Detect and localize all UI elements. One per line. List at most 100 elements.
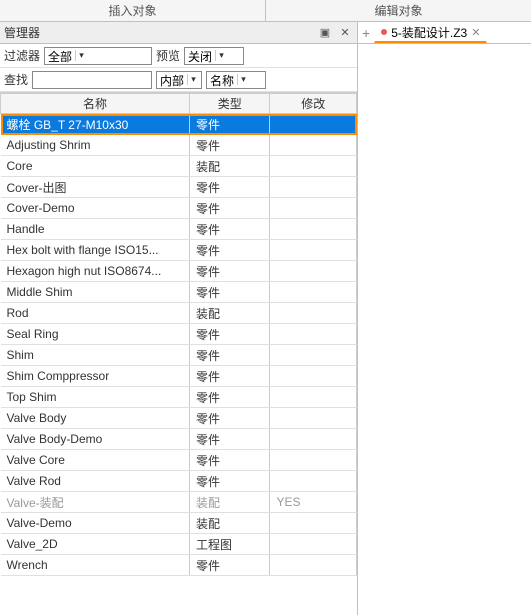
cell-mod <box>270 408 357 429</box>
cell-mod <box>270 177 357 198</box>
cell-name: Cover-Demo <box>1 198 190 219</box>
cell-name: Shim <box>1 345 190 366</box>
cell-name: Valve Body <box>1 408 190 429</box>
cell-mod <box>270 555 357 576</box>
cell-type: 零件 <box>190 240 270 261</box>
cell-name: Hex bolt with flange ISO15... <box>1 240 190 261</box>
table-row[interactable]: Top Shim零件 <box>1 387 357 408</box>
cell-type: 零件 <box>190 135 270 156</box>
parts-table-wrap[interactable]: 名称 类型 修改 螺栓 GB_T 27-M10x30零件Adjusting Sh… <box>0 92 357 615</box>
filter-label: 过滤器 <box>4 47 40 64</box>
table-row[interactable]: Hex bolt with flange ISO15...零件 <box>1 240 357 261</box>
cell-type: 零件 <box>190 219 270 240</box>
tab-edit-object[interactable]: 编辑对象 <box>266 0 531 21</box>
cell-mod <box>270 114 357 135</box>
table-row[interactable]: Middle Shim零件 <box>1 282 357 303</box>
cell-name: Core <box>1 156 190 177</box>
close-panel-icon[interactable]: ✕ <box>337 25 353 41</box>
chevron-down-icon[interactable]: ▾ <box>215 50 227 61</box>
field-combo[interactable]: 名称 ▾ <box>206 71 266 89</box>
search-input[interactable] <box>32 71 152 89</box>
cell-mod: YES <box>270 492 357 513</box>
table-row[interactable]: Valve Core零件 <box>1 450 357 471</box>
table-row[interactable]: Valve-装配装配YES <box>1 492 357 513</box>
cell-type: 零件 <box>190 387 270 408</box>
cell-type: 零件 <box>190 198 270 219</box>
cell-mod <box>270 534 357 555</box>
cell-mod <box>270 282 357 303</box>
cell-mod <box>270 429 357 450</box>
cell-type: 零件 <box>190 114 270 135</box>
table-row[interactable]: Shim Comppressor零件 <box>1 366 357 387</box>
parts-table: 名称 类型 修改 螺栓 GB_T 27-M10x30零件Adjusting Sh… <box>0 93 357 576</box>
table-row[interactable]: Valve Body-Demo零件 <box>1 429 357 450</box>
search-label: 查找 <box>4 71 28 88</box>
cell-type: 装配 <box>190 513 270 534</box>
cell-type: 工程图 <box>190 534 270 555</box>
cell-mod <box>270 198 357 219</box>
cell-name: Valve Rod <box>1 471 190 492</box>
cell-name: Middle Shim <box>1 282 190 303</box>
table-row[interactable]: Valve_2D工程图 <box>1 534 357 555</box>
tab-insert-object[interactable]: 插入对象 <box>0 0 266 21</box>
chevron-down-icon[interactable]: ▾ <box>187 74 199 85</box>
table-row[interactable]: Adjusting Shrim零件 <box>1 135 357 156</box>
document-tabs: + 5-装配设计.Z3 ✕ <box>358 22 531 44</box>
cell-type: 零件 <box>190 366 270 387</box>
cell-mod <box>270 135 357 156</box>
close-tab-icon[interactable]: ✕ <box>471 26 480 39</box>
cell-name: Adjusting Shrim <box>1 135 190 156</box>
chevron-down-icon[interactable]: ▾ <box>75 50 87 61</box>
filter-combo[interactable]: 全部 ▾ <box>44 47 152 65</box>
minimize-icon[interactable]: ▣ <box>317 25 333 41</box>
cell-name: Cover-出图 <box>1 177 190 198</box>
cell-name: Hexagon high nut ISO8674... <box>1 261 190 282</box>
preview-combo[interactable]: 关闭 ▾ <box>184 47 244 65</box>
table-row[interactable]: 螺栓 GB_T 27-M10x30零件 <box>1 114 357 135</box>
cell-type: 零件 <box>190 177 270 198</box>
col-header-mod[interactable]: 修改 <box>270 94 357 114</box>
table-row[interactable]: Shim零件 <box>1 345 357 366</box>
cell-name: Top Shim <box>1 387 190 408</box>
col-header-name[interactable]: 名称 <box>1 94 190 114</box>
table-row[interactable]: Hexagon high nut ISO8674...零件 <box>1 261 357 282</box>
cell-mod <box>270 324 357 345</box>
table-row[interactable]: Rod装配 <box>1 303 357 324</box>
manager-panel: 管理器 ▣ ✕ 过滤器 全部 ▾ 预览 关闭 ▾ 查找 内部 ▾ 名称 <box>0 22 358 615</box>
preview-value: 关闭 <box>185 48 215 64</box>
cell-type: 零件 <box>190 282 270 303</box>
cell-name: 螺栓 GB_T 27-M10x30 <box>1 114 190 135</box>
document-area: + 5-装配设计.Z3 ✕ <box>358 22 531 615</box>
table-row[interactable]: Handle零件 <box>1 219 357 240</box>
table-row[interactable]: Wrench零件 <box>1 555 357 576</box>
cell-type: 零件 <box>190 471 270 492</box>
cell-type: 装配 <box>190 156 270 177</box>
col-header-type[interactable]: 类型 <box>190 94 270 114</box>
table-row[interactable]: Valve Rod零件 <box>1 471 357 492</box>
table-row[interactable]: Seal Ring零件 <box>1 324 357 345</box>
table-row[interactable]: Cover-Demo零件 <box>1 198 357 219</box>
cell-mod <box>270 303 357 324</box>
field-value: 名称 <box>207 72 237 88</box>
doc-tab-active[interactable]: 5-装配设计.Z3 ✕ <box>374 23 487 43</box>
cell-name: Shim Comppressor <box>1 366 190 387</box>
doc-tab-label: 5-装配设计.Z3 <box>391 24 467 41</box>
cell-type: 零件 <box>190 429 270 450</box>
table-row[interactable]: Cover-出图零件 <box>1 177 357 198</box>
cell-type: 装配 <box>190 303 270 324</box>
new-tab-icon[interactable]: + <box>362 25 370 41</box>
table-row[interactable]: Valve Body零件 <box>1 408 357 429</box>
panel-header: 管理器 ▣ ✕ <box>0 22 357 44</box>
cell-mod <box>270 219 357 240</box>
table-row[interactable]: Valve-Demo装配 <box>1 513 357 534</box>
cell-mod <box>270 261 357 282</box>
cell-mod <box>270 471 357 492</box>
cell-mod <box>270 156 357 177</box>
table-row[interactable]: Core装配 <box>1 156 357 177</box>
cell-mod <box>270 513 357 534</box>
modified-dot-icon <box>381 29 387 35</box>
cell-type: 零件 <box>190 261 270 282</box>
cell-name: Valve Core <box>1 450 190 471</box>
chevron-down-icon[interactable]: ▾ <box>237 74 249 85</box>
scope-combo[interactable]: 内部 ▾ <box>156 71 202 89</box>
